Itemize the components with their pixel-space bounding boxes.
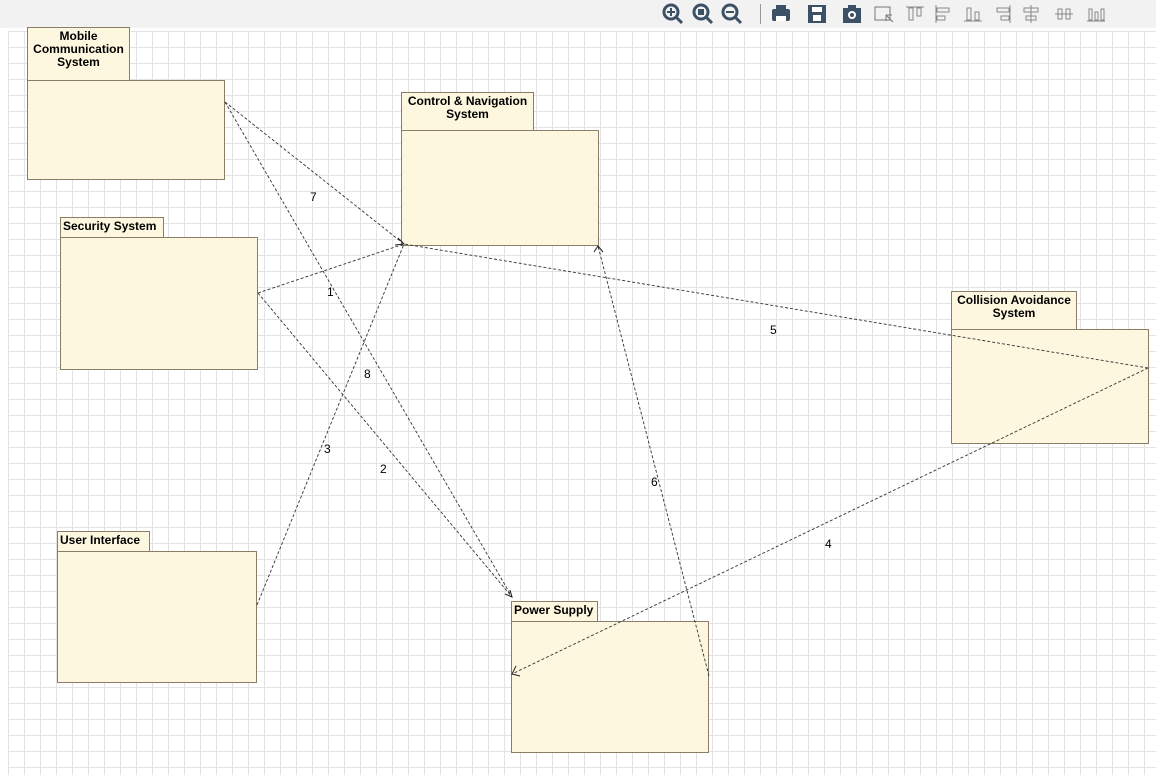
package-tab-control[interactable]: Control & Navigation System [401, 92, 534, 131]
zoom-in-icon[interactable] [662, 3, 684, 25]
align-left-icon[interactable] [933, 3, 955, 25]
edge-label-2: 2 [380, 462, 387, 476]
select-region-icon[interactable] [873, 3, 895, 25]
package-control-navigation-system[interactable] [401, 130, 599, 246]
package-tab-user[interactable]: User Interface [57, 531, 150, 552]
package-label-security: Security System [63, 219, 157, 233]
align-bottom-icon[interactable] [962, 3, 984, 25]
edge-label-4: 4 [825, 537, 832, 551]
package-label-control: Control & Navigation System [407, 94, 528, 121]
edge-label-7: 7 [310, 190, 317, 204]
package-tab-collision[interactable]: Collision Avoidance System [951, 291, 1077, 330]
save-icon[interactable] [806, 3, 828, 25]
package-tab-mobile[interactable]: Mobile Communication System [27, 27, 130, 81]
edge-label-8: 8 [364, 367, 371, 381]
package-power-supply[interactable] [511, 621, 709, 753]
package-tab-power[interactable]: Power Supply [511, 601, 598, 622]
distribute-vertical-icon[interactable] [1085, 3, 1107, 25]
package-tab-security[interactable]: Security System [60, 217, 164, 238]
edge-label-6: 6 [651, 475, 658, 489]
zoom-fit-icon[interactable] [692, 3, 714, 25]
zoom-out-icon[interactable] [721, 3, 743, 25]
align-center-horizontal-icon[interactable] [1020, 3, 1042, 25]
package-user-interface[interactable] [57, 551, 257, 683]
package-label-mobile: Mobile Communication System [33, 29, 124, 69]
package-label-collision: Collision Avoidance System [957, 293, 1071, 320]
edge-label-3: 3 [324, 442, 331, 456]
package-mobile-communication-system[interactable] [27, 80, 225, 180]
align-right-icon[interactable] [991, 3, 1013, 25]
package-collision-avoidance-system[interactable] [951, 329, 1149, 444]
edge-label-1: 1 [327, 285, 334, 299]
distribute-horizontal-icon[interactable] [1053, 3, 1075, 25]
toolbar-separator [760, 4, 761, 24]
package-label-power: Power Supply [514, 603, 594, 617]
toolbar [0, 0, 1156, 28]
edge-label-5: 5 [770, 323, 777, 337]
print-icon[interactable] [770, 3, 792, 25]
align-top-icon[interactable] [904, 3, 926, 25]
package-security-system[interactable] [60, 237, 258, 370]
screenshot-icon[interactable] [841, 3, 863, 25]
package-label-user: User Interface [60, 533, 141, 547]
